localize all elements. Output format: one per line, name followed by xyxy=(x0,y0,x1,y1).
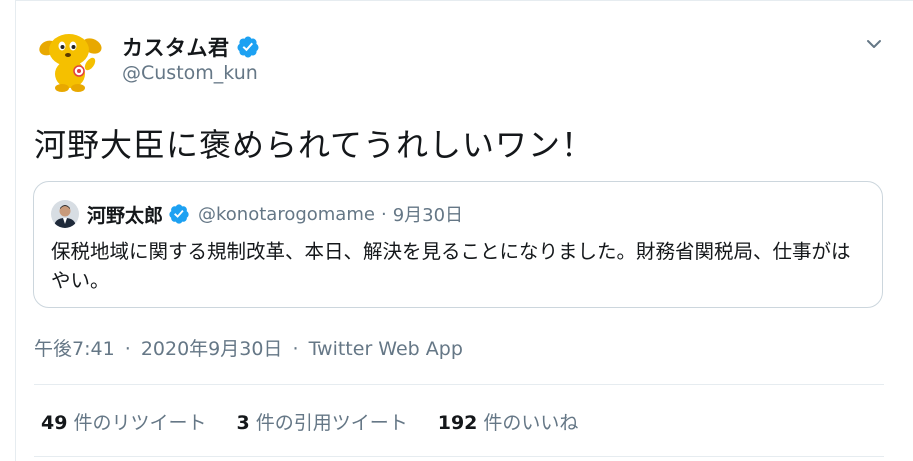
tweet-meta: 午後7:41 · 2020年9月30日 · Twitter Web App xyxy=(34,334,463,361)
chevron-down-icon[interactable] xyxy=(862,32,886,56)
separator-dot: · xyxy=(124,338,131,360)
separator-dot: · xyxy=(380,203,387,225)
quoted-author-handle: @konotarogomame xyxy=(198,203,375,225)
quoted-author-name: 河野太郎 xyxy=(87,204,164,227)
retweets-label: 件のリツイート xyxy=(73,412,207,434)
tweet-text: 河野大臣に褒められてうれしいワン！ xyxy=(34,126,595,164)
quotes-stat[interactable]: 3 件の引用ツイート xyxy=(236,408,407,435)
verified-badge-icon xyxy=(236,36,258,58)
author-handle[interactable]: @Custom_kun xyxy=(122,62,258,84)
author-display-name[interactable]: カスタム君 xyxy=(122,32,230,62)
tweet-date[interactable]: 2020年9月30日 xyxy=(141,338,283,360)
quoted-author-avatar xyxy=(51,200,79,228)
likes-stat[interactable]: 192 件のいいね xyxy=(438,408,579,435)
divider xyxy=(34,456,884,457)
separator-dot: · xyxy=(292,338,299,360)
divider xyxy=(34,384,884,385)
person-avatar-icon xyxy=(51,200,79,228)
author-name-row[interactable]: カスタム君 xyxy=(122,33,260,61)
retweets-stat[interactable]: 49 件のリツイート xyxy=(41,408,206,435)
quoted-tweet-header: 河野太郎 @konotarogomame · 9月30日 xyxy=(87,200,463,228)
tweet-time[interactable]: 午後7:41 xyxy=(34,338,115,360)
tweet-stats: 49 件のリツイート 3 件の引用ツイート 192 件のいいね xyxy=(41,408,608,435)
tweet-source[interactable]: Twitter Web App xyxy=(309,338,463,360)
retweets-count: 49 xyxy=(41,412,68,434)
author-avatar[interactable] xyxy=(34,26,104,96)
quotes-label: 件の引用ツイート xyxy=(255,412,408,434)
quotes-count: 3 xyxy=(236,412,250,434)
likes-count: 192 xyxy=(437,412,478,434)
quoted-tweet-text: 保税地域に関する規制改革、本日、解決を見ることになりました。財務省関税局、仕事が… xyxy=(51,240,851,292)
likes-label: 件のいいね xyxy=(483,412,579,434)
mascot-avatar-icon xyxy=(35,27,103,95)
verified-badge-icon xyxy=(169,204,189,224)
quoted-tweet-date: 9月30日 xyxy=(392,205,464,226)
quoted-tweet-card[interactable]: 河野太郎 @konotarogomame · 9月30日 保税地域に関する規制改… xyxy=(33,181,883,308)
